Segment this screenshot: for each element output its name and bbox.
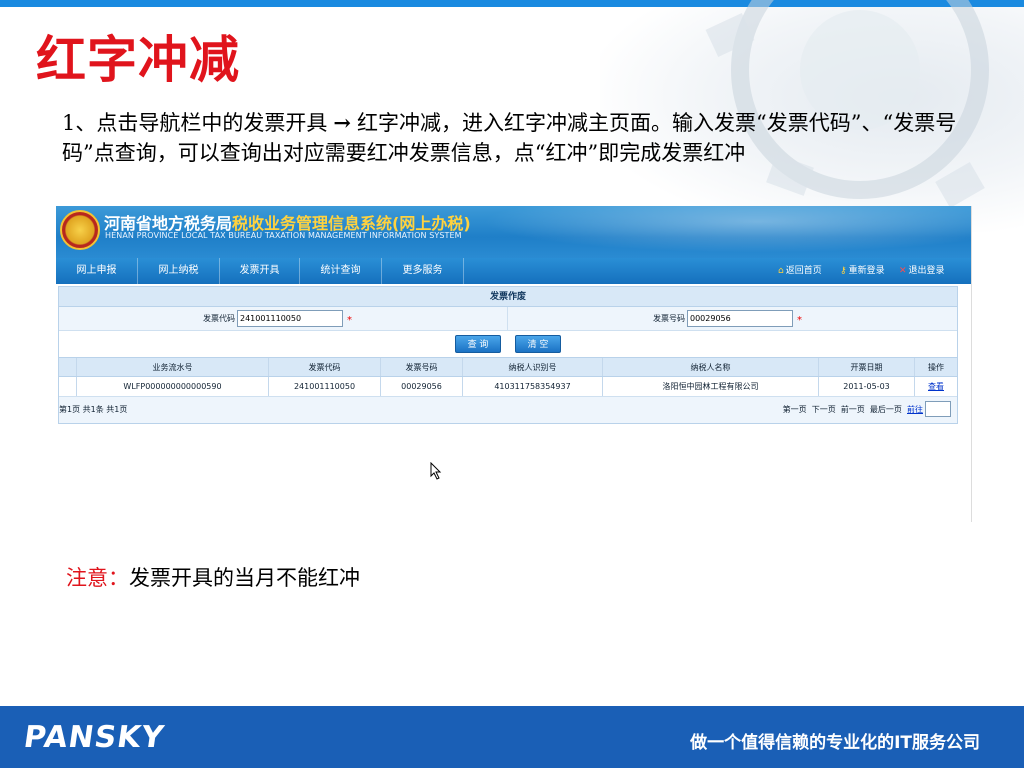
next-page-link[interactable]: 前一页 [841, 405, 865, 414]
col-serial: 业务流水号 [77, 358, 269, 376]
company-slogan: 做一个值得信赖的专业化的IT服务公司 [690, 733, 980, 753]
arrow-right-icon: → [333, 110, 351, 135]
invoice-code-label: 发票代码 [203, 314, 235, 323]
invoice-number-label: 发票号码 [653, 314, 685, 323]
nav-bar: 网上申报 网上纳税 发票开具 统计查询 更多服务 ⌂ 返回首页 ⚷ 重新登录 ✕ 退出… [56, 258, 971, 284]
cell-issue-date: 2011-05-03 [819, 377, 915, 396]
nav-invoice-issue[interactable]: 发票开具 [220, 258, 300, 284]
nav-statistics[interactable]: 统计查询 [300, 258, 382, 284]
button-row: 查 询 清 空 [59, 331, 957, 357]
close-icon: ✕ [899, 266, 907, 276]
last-page-link[interactable]: 最后一页 [870, 405, 902, 414]
note-label: 注意： [66, 566, 129, 590]
col-action: 操作 [928, 363, 944, 372]
pagination: 第1页 共1条 共1页 第一页 下一页 前一页 最后一页 前往 [59, 397, 957, 423]
required-mark: * [347, 315, 352, 326]
clear-button[interactable]: 清 空 [515, 335, 561, 353]
col-taxpayer-id: 纳税人识别号 [463, 358, 603, 376]
col-invoice-code: 发票代码 [269, 358, 381, 376]
nav-online-pay[interactable]: 网上纳税 [138, 258, 220, 284]
logout-link[interactable]: ✕ 退出登录 [899, 258, 945, 284]
embedded-screenshot: 河南省地方税务局税收业务管理信息系统(网上办税) HENAN PROVINCE … [56, 206, 972, 522]
footer-bar: PANSKY 做一个值得信赖的专业化的IT服务公司 [0, 706, 1024, 768]
app-subtitle: HENAN PROVINCE LOCAL TAX BUREAU TAXATION… [105, 231, 462, 240]
pansky-logo: PANSKY [21, 720, 167, 755]
nav-online-declare[interactable]: 网上申报 [56, 258, 138, 284]
invoice-number-input[interactable]: 00029056 [687, 310, 793, 327]
invoice-code-input[interactable]: 241001110050 [237, 310, 343, 327]
first-page-link[interactable]: 第一页 [783, 405, 807, 414]
view-link[interactable]: 查看 [915, 377, 957, 396]
instruction-text: 1、点击导航栏中的发票开具 → 红字冲减，进入红字冲减主页面。输入发票“发票代码”、… [62, 108, 982, 168]
key-icon: ⚷ [840, 266, 847, 276]
panel-title: 发票作废 [59, 287, 957, 307]
note-text: 发票开具的当月不能红冲 [129, 566, 360, 590]
home-link[interactable]: ⌂ 返回首页 [778, 258, 822, 284]
app-banner: 河南省地方税务局税收业务管理信息系统(网上办税) HENAN PROVINCE … [56, 206, 971, 258]
cell-taxpayer-id: 410311758354937 [463, 377, 603, 396]
required-mark: * [797, 315, 802, 326]
cell-taxpayer-name: 洛阳恒中园林工程有限公司 [603, 377, 819, 396]
instruction-part-1: 1、点击导航栏中的发票开具 [62, 111, 328, 135]
table-row: WLFP000000000000590 241001110050 0002905… [59, 377, 957, 397]
note: 注意：发票开具的当月不能红冲 [66, 562, 360, 592]
prev-page-link[interactable]: 下一页 [812, 405, 836, 414]
search-button[interactable]: 查 询 [455, 335, 501, 353]
relogin-link[interactable]: ⚷ 重新登录 [840, 258, 885, 284]
table-header: 业务流水号 发票代码 发票号码 纳税人识别号 纳税人名称 开票日期 操作 [59, 357, 957, 377]
cell-invoice-number: 00029056 [381, 377, 463, 396]
tax-emblem-icon [60, 210, 100, 250]
pager-controls: 第一页 下一页 前一页 最后一页 前往 [783, 404, 923, 415]
query-row: 发票代码 241001110050 * 发票号码 00029056 * [59, 307, 957, 331]
invoice-void-panel: 发票作废 发票代码 241001110050 * 发票号码 00029056 *… [58, 286, 958, 424]
cell-serial: WLFP000000000000590 [77, 377, 269, 396]
col-invoice-number: 发票号码 [381, 358, 463, 376]
nav-more-services[interactable]: 更多服务 [382, 258, 464, 284]
mouse-cursor-icon [430, 462, 442, 480]
go-page-link[interactable]: 前往 [907, 405, 923, 414]
pager-summary: 第1页 共1条 共1页 [59, 405, 128, 414]
page-number-input[interactable] [925, 401, 951, 417]
col-issue-date: 开票日期 [819, 358, 915, 376]
slide-title: 红字冲减 [36, 31, 240, 89]
col-taxpayer-name: 纳税人名称 [603, 358, 819, 376]
cell-invoice-code: 241001110050 [269, 377, 381, 396]
home-icon: ⌂ [778, 266, 784, 276]
